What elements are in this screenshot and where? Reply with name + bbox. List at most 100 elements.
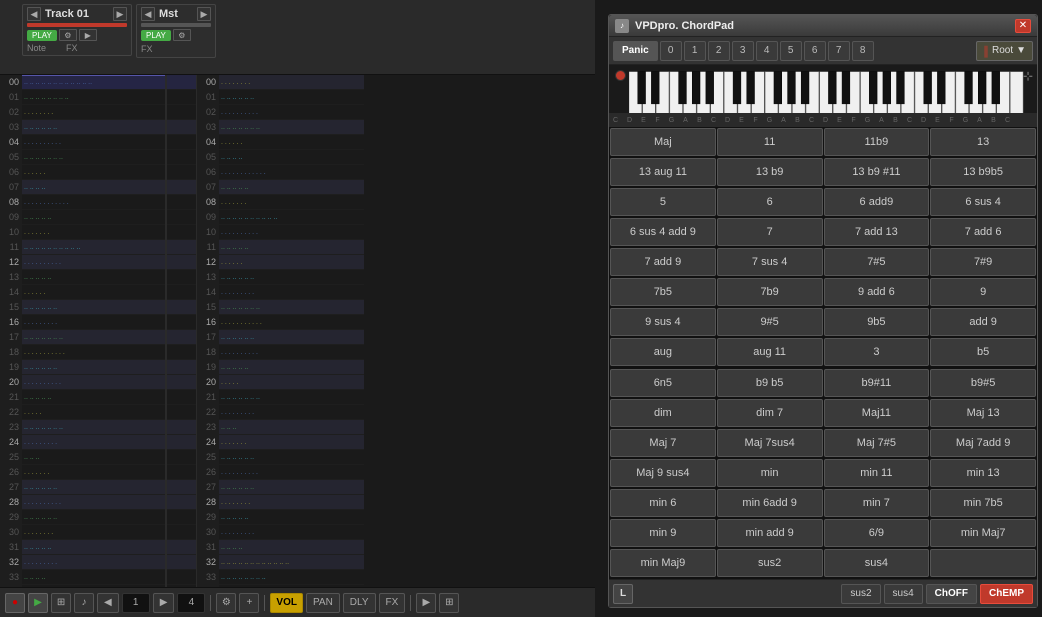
lane-a-row[interactable]: . . . . . . . . . bbox=[22, 315, 165, 330]
chord-btn-7-add-9[interactable]: 7 add 9 bbox=[610, 248, 716, 276]
add-btn[interactable]: + bbox=[239, 593, 259, 613]
chord-btn-b9#11[interactable]: b9#11 bbox=[824, 369, 930, 397]
chord-btn-aug-11[interactable]: aug 11 bbox=[717, 338, 823, 366]
num-btn-3[interactable]: 3 bbox=[732, 41, 754, 61]
track-prev-btn[interactable]: ◀ bbox=[27, 7, 41, 21]
lane-d-row[interactable]: . . . . . . . bbox=[219, 195, 364, 210]
chord-btn-9[interactable]: 9 bbox=[930, 278, 1036, 306]
lane-d-row[interactable]: . . . . . . . . . . . . bbox=[219, 165, 364, 180]
lane-d-row[interactable]: .. .. .. .. .. bbox=[219, 360, 364, 375]
chord-btn-maj-9-sus4[interactable]: Maj 9 sus4 bbox=[610, 459, 716, 487]
chord-btn-6n5[interactable]: 6n5 bbox=[610, 369, 716, 397]
chord-btn-7-add-6[interactable]: 7 add 6 bbox=[930, 218, 1036, 246]
sus2-btn[interactable]: sus2 bbox=[841, 584, 880, 604]
lane-a-row[interactable]: .. .. .. .. .. .. .. bbox=[22, 420, 165, 435]
chord-btn-sus2[interactable]: sus2 bbox=[717, 549, 823, 577]
panic-btn[interactable]: Panic bbox=[613, 41, 658, 61]
grid-view-btn[interactable]: ⊞ bbox=[51, 593, 71, 613]
lane-a-row[interactable]: . . . . . . . . . bbox=[22, 435, 165, 450]
chord-btn-7b5[interactable]: 7b5 bbox=[610, 278, 716, 306]
lane-a-row[interactable]: . . . . . . . bbox=[22, 225, 165, 240]
chord-btn-maj11[interactable]: Maj11 bbox=[824, 399, 930, 427]
chord-btn-13[interactable]: 13 bbox=[930, 128, 1036, 156]
chord-btn-b9#5[interactable]: b9#5 bbox=[930, 369, 1036, 397]
stop-btn[interactable]: ● bbox=[5, 593, 25, 613]
lane-d-row[interactable]: .. .. .. .. bbox=[219, 150, 364, 165]
lane-d-row[interactable]: . . . . . . . . . . . bbox=[219, 315, 364, 330]
lane-d-row[interactable]: .. .. .. .. .. .. .. bbox=[219, 390, 364, 405]
track-arrow-btn[interactable]: ▶ bbox=[79, 29, 97, 41]
chord-btn-6[interactable]: 6 bbox=[717, 188, 823, 216]
lane-a-row[interactable]: .. .. .. .. .. .. bbox=[22, 360, 165, 375]
chord-btn-maj-7[interactable]: Maj 7 bbox=[610, 429, 716, 457]
extra-btn[interactable]: ▶ bbox=[416, 593, 436, 613]
piano-expand-btn[interactable]: ⊹ bbox=[1023, 69, 1033, 83]
chord-btn-sus4[interactable]: sus4 bbox=[824, 549, 930, 577]
chord-btn-6-sus-4[interactable]: 6 sus 4 bbox=[930, 188, 1036, 216]
chord-btn-6/9[interactable]: 6/9 bbox=[824, 519, 930, 547]
lane-d-row[interactable]: .. .. .. .. .. .. bbox=[219, 330, 364, 345]
lane-a-row[interactable]: .. .. .. bbox=[22, 450, 165, 465]
chord-btn-11[interactable]: 11 bbox=[717, 128, 823, 156]
lane-d-row[interactable]: .. .. .. .. .. .. .. .. bbox=[219, 570, 364, 585]
chord-btn-9b5[interactable]: 9b5 bbox=[824, 308, 930, 336]
lane-a-row[interactable]: .. .. .. .. .. .. .. .. .. .. bbox=[22, 240, 165, 255]
chord-btn-min-9[interactable]: min 9 bbox=[610, 519, 716, 547]
choff-btn[interactable]: ChOFF bbox=[926, 584, 977, 604]
lane-d-row[interactable]: . . . . . . bbox=[219, 255, 364, 270]
lane-d-row[interactable]: .. .. .. .. .. .. bbox=[219, 450, 364, 465]
lane-a-row[interactable]: .. .. .. .. .. .. .. .. bbox=[22, 90, 165, 105]
dly-btn[interactable]: DLY bbox=[343, 593, 376, 613]
lane-a-row[interactable]: .. .. .. .. .. bbox=[22, 540, 165, 555]
settings-btn-2[interactable]: ⚙ bbox=[216, 593, 236, 613]
lane-d-row[interactable]: .. .. .. .. .. .. .. .. .. .. .. .. bbox=[219, 555, 364, 570]
lane-a-row[interactable]: . . . . . . . . bbox=[22, 105, 165, 120]
chord-btn-min-6add-9[interactable]: min 6add 9 bbox=[717, 489, 823, 517]
lane-a-row[interactable]: .. .. .. .. .. .. bbox=[22, 510, 165, 525]
lane-d-row[interactable]: .. .. .. .. .. .. .. bbox=[219, 120, 364, 135]
lane-a-row[interactable]: . . . . . . . . . . bbox=[22, 135, 165, 150]
lane-d-row[interactable]: . . . . . . . . . bbox=[219, 285, 364, 300]
num-btn-0[interactable]: 0 bbox=[660, 41, 682, 61]
lane-d-row[interactable]: . . . . . . . . bbox=[219, 75, 364, 90]
lane-a-row[interactable]: .. .. .. .. bbox=[22, 570, 165, 585]
chord-btn-maj-13[interactable]: Maj 13 bbox=[930, 399, 1036, 427]
num-btn-5[interactable]: 5 bbox=[780, 41, 802, 61]
chord-btn-maj-7add-9[interactable]: Maj 7add 9 bbox=[930, 429, 1036, 457]
lane-a-row[interactable]: . . . . . bbox=[22, 405, 165, 420]
lane-a-row[interactable]: .. .. .. .. .. .. bbox=[22, 480, 165, 495]
chord-btn-min-6[interactable]: min 6 bbox=[610, 489, 716, 517]
num-btn-8[interactable]: 8 bbox=[852, 41, 874, 61]
lane-a-row[interactable]: . . . . . . . . . . bbox=[22, 255, 165, 270]
chordpad-close-btn[interactable]: ✕ bbox=[1015, 19, 1031, 33]
chord-btn-min-maj9[interactable]: min Maj9 bbox=[610, 549, 716, 577]
lane-a-row[interactable]: . . . . . . bbox=[22, 285, 165, 300]
num-btn-6[interactable]: 6 bbox=[804, 41, 826, 61]
lane-a-row[interactable]: .. .. .. .. .. .. bbox=[22, 120, 165, 135]
lane-d-row[interactable]: . . . . . . . . . . bbox=[219, 345, 364, 360]
lane-a-row[interactable]: . . . . . . . . . . bbox=[22, 495, 165, 510]
chord-btn-5[interactable]: 5 bbox=[610, 188, 716, 216]
chemp-btn[interactable]: ChEMP bbox=[980, 584, 1033, 604]
lane-d-row[interactable]: .. .. .. .. .. .. bbox=[219, 90, 364, 105]
lane-a-row[interactable]: . . . . . . . . . . bbox=[22, 375, 165, 390]
chord-btn-min-add-9[interactable]: min add 9 bbox=[717, 519, 823, 547]
chord-btn-13-b9[interactable]: 13 b9 bbox=[717, 158, 823, 186]
vol-btn[interactable]: VOL bbox=[270, 593, 303, 613]
mst-next-btn[interactable]: ▶ bbox=[197, 7, 211, 21]
chord-btn-13-b9b5[interactable]: 13 b9b5 bbox=[930, 158, 1036, 186]
chord-btn-aug[interactable]: aug bbox=[610, 338, 716, 366]
pan-btn[interactable]: PAN bbox=[306, 593, 340, 613]
lane-a-row[interactable]: . . . . . . . . bbox=[22, 525, 165, 540]
lane-a-row[interactable]: .. .. .. .. .. bbox=[22, 390, 165, 405]
lane-a-row[interactable]: .. .. .. .. .. bbox=[22, 210, 165, 225]
num-btn-2[interactable]: 2 bbox=[708, 41, 730, 61]
lane-a-row[interactable]: . . . . . . . . . . . . bbox=[22, 195, 165, 210]
chord-btn-add-9[interactable]: add 9 bbox=[930, 308, 1036, 336]
lane-d-row[interactable]: .. .. .. .. .. .. bbox=[219, 270, 364, 285]
fx-btn[interactable]: FX bbox=[379, 593, 406, 613]
mst-prev-btn[interactable]: ◀ bbox=[141, 7, 155, 21]
chord-btn-min-7b5[interactable]: min 7b5 bbox=[930, 489, 1036, 517]
chord-btn-7#9[interactable]: 7#9 bbox=[930, 248, 1036, 276]
chord-btn-min-7[interactable]: min 7 bbox=[824, 489, 930, 517]
